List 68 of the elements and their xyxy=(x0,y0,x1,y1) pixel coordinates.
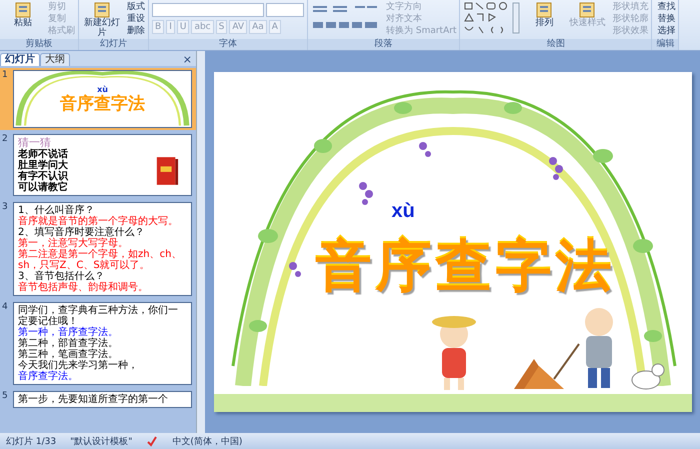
slide-title: 音序查字法 xyxy=(316,234,616,300)
spellcheck-icon[interactable] xyxy=(146,436,158,446)
slide-number: 4 xyxy=(2,302,9,314)
document-icon xyxy=(535,2,554,18)
document-icon xyxy=(14,2,32,18)
ribbon-large-button[interactable]: 粘贴 xyxy=(3,1,43,29)
slide-thumbnail-row[interactable]: 3 1、什么叫音序？ 音序就是音节的第一个字母的大写。 2、填写音序时要注意什么？ 第一，注意写大写字母。 第二注意是第一个字母，如zh、ch、sh，只写Z、C、S就可以了。 3、音节包括什么？ 音节包括声母、韵母和调号。 xyxy=(0,200,196,298)
slide-thumbnail[interactable]: xù 音序查字法 xyxy=(13,70,192,128)
scrollbar[interactable] xyxy=(196,51,205,433)
slide-thumbnail-row[interactable]: 2 猜一猜 老师不说话 肚里学问大 有字不认识 可以请教它 xyxy=(0,132,196,198)
slide-text: 音序查字法。 xyxy=(18,371,79,382)
ribbon-command[interactable]: 查找 xyxy=(655,1,676,13)
slide-text: 第一，注意写大写字母。 xyxy=(18,238,129,249)
group-label: 编辑 xyxy=(652,39,678,50)
slide-text: 可以请教它 xyxy=(18,182,68,193)
ribbon-large-button[interactable]: 排列 xyxy=(524,1,564,29)
group-label: 剪贴板 xyxy=(0,39,78,50)
slide-thumbnail[interactable]: 同学们，查字典有三种方法，你们一定要记住哦！ 第一种，音序查字法。 第二种，部首查字法。 第三种，笔画查字法。 今天我们先来学习第一种， 音序查字法。 xyxy=(13,302,192,385)
slide-thumbnail[interactable]: 1、什么叫音序？ 音序就是音节的第一个字母的大写。 2、填写音序时要注意什么？ 第一，注意写大写字母。 第二注意是第一个字母，如zh、ch、sh，只写Z、C、S就可以了。 3、音节包括什么？ 音节包括声母、韵母和调号。 xyxy=(13,202,192,296)
document-icon xyxy=(93,2,111,18)
slide-thumbnail-row[interactable]: 4 同学们，查字典有三种方法，你们一定要记住哦！ 第一种，音序查字法。 第二种，部首查字法。 第三种，笔画查字法。 今天我们先来学习第一种， 音序查字法。 xyxy=(0,300,196,387)
slide-text: 第一种，音序查字法。 xyxy=(18,327,119,338)
shapes-gallery-icon[interactable] xyxy=(463,1,522,35)
font-name-field[interactable] xyxy=(152,3,264,17)
document-icon xyxy=(578,2,596,18)
slide-text: 第一步，先要知道所查字的第一个 xyxy=(18,394,169,405)
theme-name: "默认设计模板" xyxy=(70,436,132,448)
slide-count: 幻灯片 1/33 xyxy=(6,436,56,448)
slide-number: 3 xyxy=(2,202,9,214)
slide-text: 3、音节包括什么？ xyxy=(18,271,106,282)
slide-number: 2 xyxy=(2,134,9,146)
ribbon-command[interactable]: 重设 xyxy=(125,13,145,25)
slide-text: 肚里学问大 xyxy=(18,160,68,171)
slide-text: 音序就是音节的第一个字母的大写。 xyxy=(18,216,179,227)
group-label: 字体 xyxy=(149,39,307,50)
slide-text: 有字不认识 xyxy=(18,171,68,182)
slide-thumbnail-row[interactable]: 5 第一步，先要知道所查字的第一个 xyxy=(0,389,196,410)
slide-thumbnail-row[interactable]: 1 xù 音序查字法 xyxy=(0,68,196,130)
slide-text: 2、填写音序时要注意什么？ xyxy=(18,227,146,238)
slide-title: 音序查字法 xyxy=(60,94,145,114)
close-button[interactable]: × xyxy=(178,53,196,66)
slide-heading: 猜一猜 xyxy=(18,137,51,149)
ribbon-command[interactable]: 删除 xyxy=(125,25,145,37)
slide-thumbnail[interactable]: 第一步，先要知道所查字的第一个 xyxy=(13,391,192,408)
slide-number: 1 xyxy=(2,70,9,82)
slide-text: 第二种，部首查字法。 xyxy=(18,338,119,349)
ribbon-command[interactable]: 选择 xyxy=(655,25,676,37)
panel-tab[interactable]: 幻灯片 xyxy=(0,53,40,66)
language-indicator[interactable]: 中文(简体，中国) xyxy=(172,434,242,448)
slide-number: 5 xyxy=(2,391,9,403)
font-size-field[interactable] xyxy=(266,3,304,17)
group-label: 段落 xyxy=(308,39,460,50)
ribbon-command[interactable]: 替换 xyxy=(655,13,676,25)
panel-tab[interactable]: 大纲 xyxy=(40,53,70,66)
ribbon-command[interactable]: 版式 xyxy=(125,1,145,13)
ribbon-large-button[interactable]: 新建幻灯片 xyxy=(82,1,122,39)
slide-text: 老师不说话 xyxy=(18,149,68,160)
slide-text: 第二注意是第一个字母，如zh、ch、sh，只写Z、C、S就可以了。 xyxy=(18,249,182,271)
slide-text: 第三种，笔画查字法。 xyxy=(18,349,118,360)
slide-text: 音节包括声母、韵母和调号。 xyxy=(18,282,149,293)
slide-text: 今天我们先来学习第一种， xyxy=(18,360,139,371)
pinyin-text: xù xyxy=(97,84,108,94)
slide-text: 同学们，查字典有三种方法，你们一定要记住哦！ xyxy=(18,305,179,327)
group-label: 绘图 xyxy=(460,39,652,50)
book-icon xyxy=(155,155,179,187)
group-label: 幻灯片 xyxy=(79,39,148,50)
slide-thumbnail[interactable]: 猜一猜 老师不说话 肚里学问大 有字不认识 可以请教它 xyxy=(13,134,192,196)
slide-text: 1、什么叫音序？ xyxy=(18,205,96,216)
